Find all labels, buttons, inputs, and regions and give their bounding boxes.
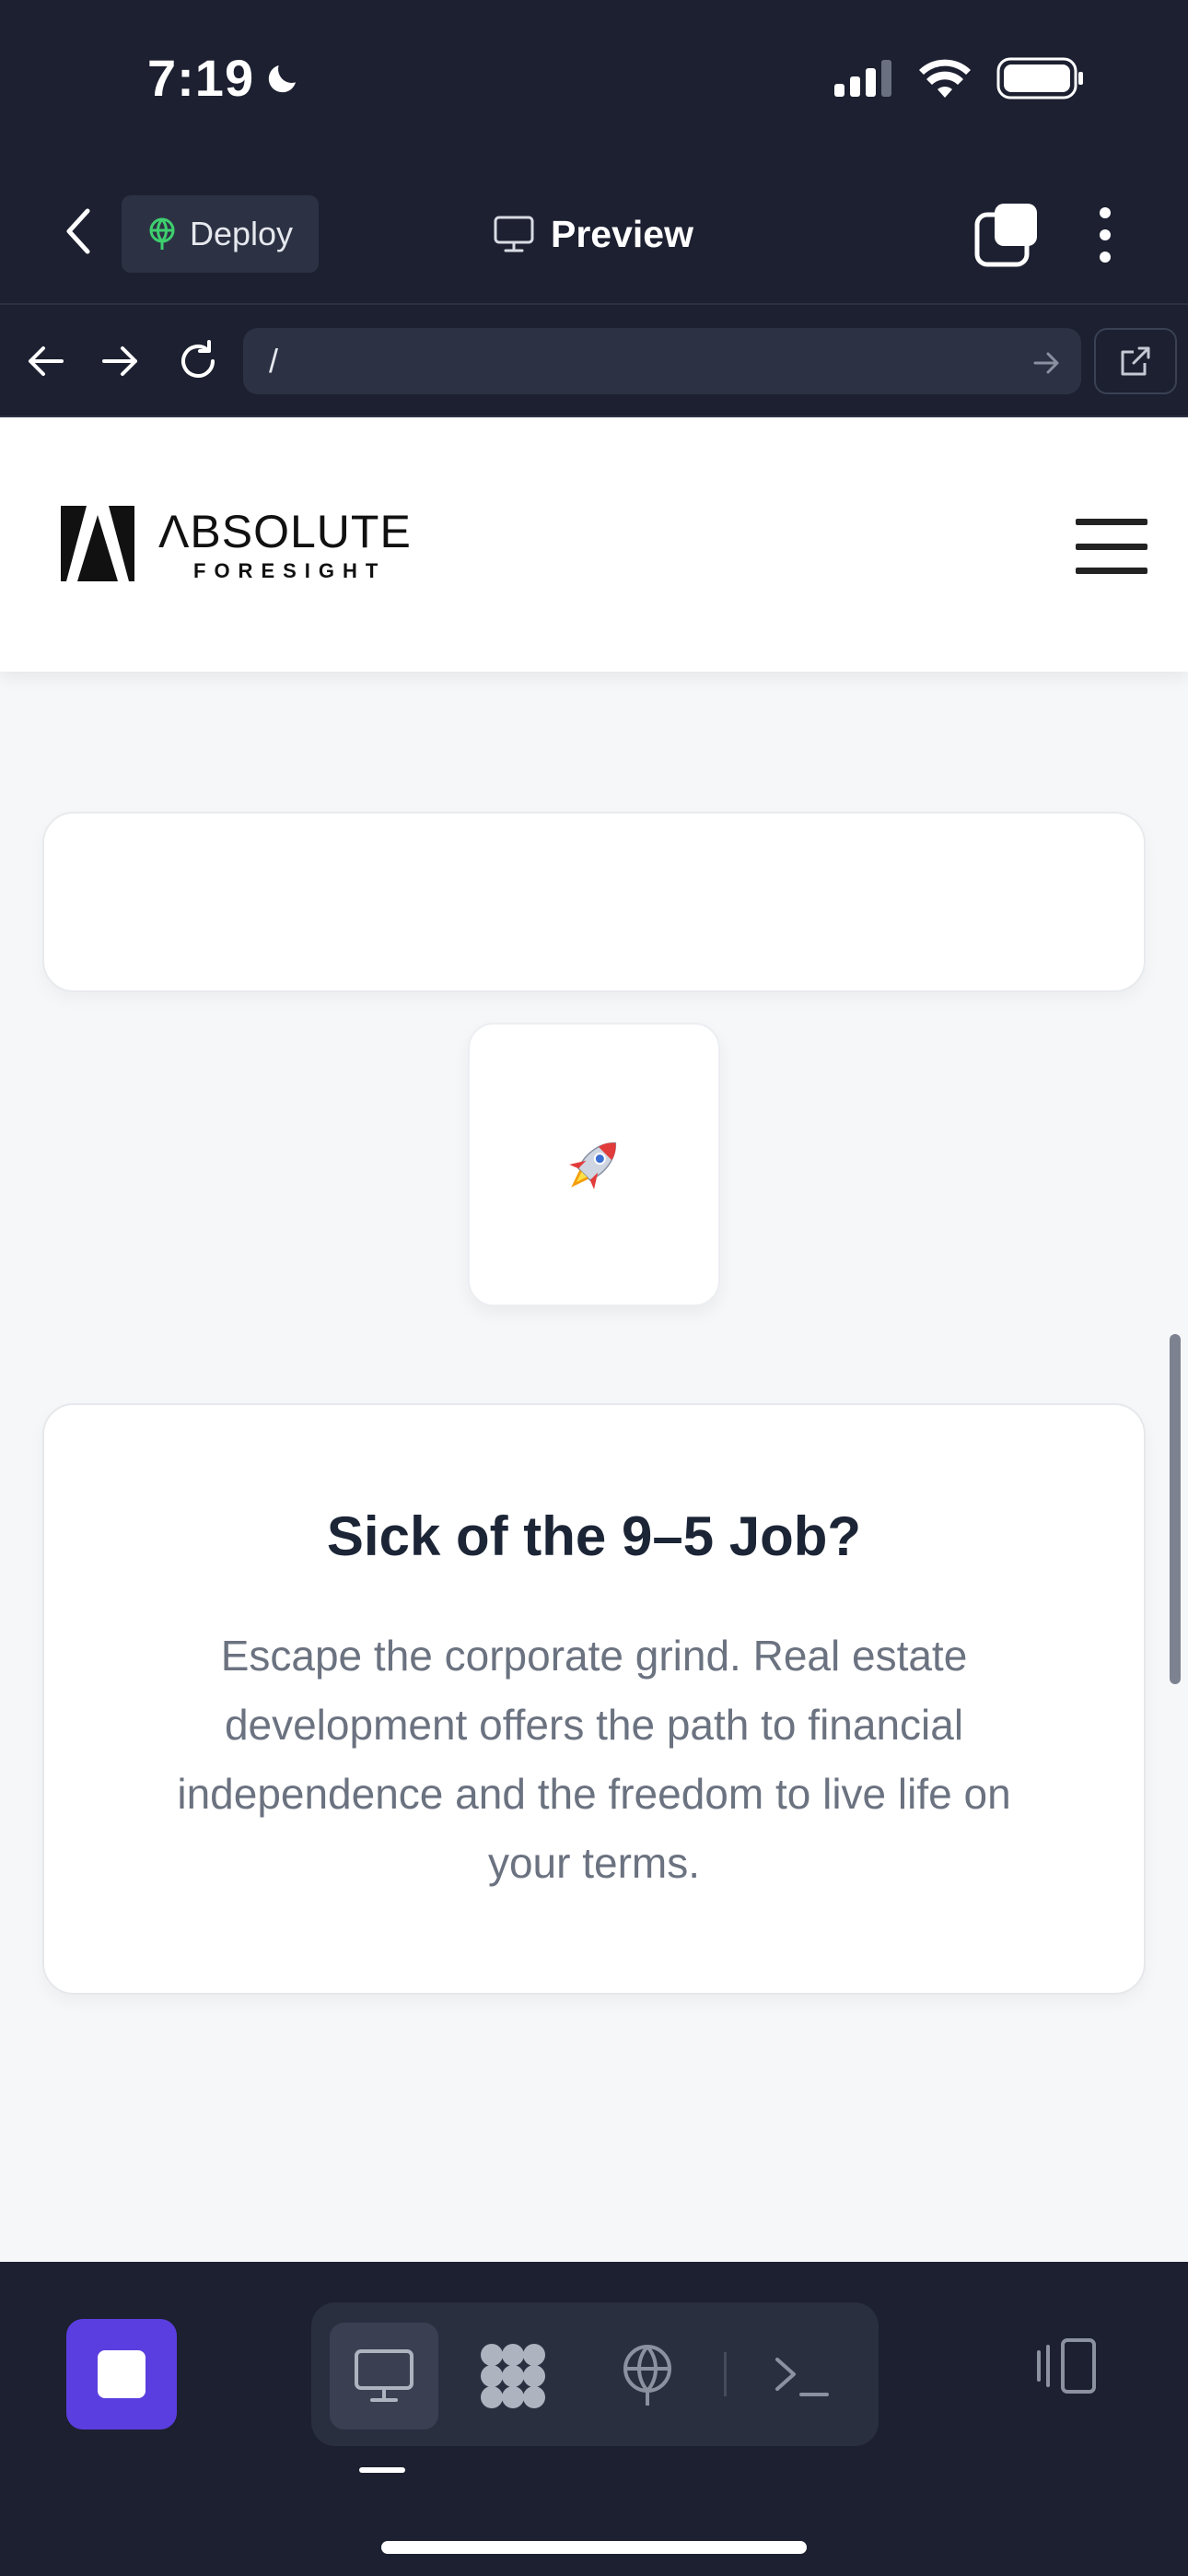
bottom-toolbar [0,2262,1188,2576]
more-dot [1100,229,1111,240]
back-button[interactable] [48,202,107,261]
deploy-label: Deploy [190,215,294,252]
browser-nav-bar: / [0,305,1188,417]
time-text: 7:19 [147,49,255,107]
more-options-button[interactable] [1085,202,1125,268]
globe-icon [623,2345,671,2406]
hamburger-line [1076,568,1147,574]
rocket-tile [468,1023,720,1306]
arrow-right-icon [1033,352,1059,374]
terminal-icon [775,2358,829,2396]
logo-sub-text: FORESIGHT [193,559,387,582]
panel-toggle-button[interactable] [1030,2337,1103,2411]
cellular-signal-icon [834,60,891,97]
site-header: ΛBSOLUTE FORESIGHT [0,417,1188,672]
grid-icon [481,2344,545,2408]
scrollbar-thumb[interactable] [1170,1334,1181,1684]
open-external-button[interactable] [1094,328,1177,394]
info-card-title: Sick of the 9–5 Job? [326,1505,862,1567]
battery-icon [996,57,1083,100]
info-card: Sick of the 9–5 Job? Escape the corporat… [42,1403,1146,1995]
deploy-button[interactable]: Deploy [122,195,319,273]
nav-back-button[interactable] [17,333,74,390]
top-bar: Deploy Preview [0,161,1188,305]
monitor-icon [494,216,534,252]
more-dot [1100,252,1111,263]
wifi-icon [919,59,971,98]
url-text: / [269,342,279,380]
reload-button[interactable] [169,333,227,390]
reload-icon [181,340,215,378]
preview-tool-button[interactable] [330,2323,438,2430]
globe-icon [149,217,175,250]
app-screen: 7:19 Deploy Preview / ΛBSOLUTE FORESIGHT… [0,0,1188,2576]
hamburger-menu-icon [1076,519,1147,525]
status-bar: 7:19 [0,0,1188,161]
active-tab-indicator [359,2467,405,2473]
more-vertical-icon [1100,207,1111,218]
arrow-right-icon [102,346,137,376]
deploy-tool-button[interactable] [593,2323,702,2430]
status-icons [834,57,1085,100]
menu-button[interactable] [1076,519,1147,574]
chevron-left-icon [66,208,90,254]
preview-label: Preview [551,212,693,255]
tool-divider [724,2352,727,2396]
moon-icon [268,64,297,92]
logo[interactable]: ΛBSOLUTE FORESIGHT [158,508,412,583]
rocket-icon [569,1142,617,1189]
url-input[interactable]: / [243,328,1081,394]
tabs-icon [974,204,1037,267]
tabs-button[interactable] [974,202,1041,268]
arrow-left-icon [29,346,64,376]
nav-forward-button[interactable] [92,333,149,390]
stop-button[interactable] [66,2319,177,2430]
home-indicator [381,2541,807,2554]
external-link-icon [1121,346,1150,376]
logo-main-text: ΛBSOLUTE [158,506,412,557]
web-preview: ΛBSOLUTE FORESIGHT Sick of the 9–5 Job? … [0,417,1188,2262]
workspace-tool-button[interactable] [459,2323,567,2430]
stop-icon [98,2350,146,2398]
monitor-icon [355,2349,413,2402]
tool-group [311,2302,879,2446]
hamburger-line [1076,543,1147,550]
panel-toggle-icon [1037,2338,1096,2394]
preview-title: Preview [494,202,693,266]
console-tool-button[interactable] [748,2323,856,2430]
status-time: 7:19 [147,48,302,108]
logo-mark-icon [61,506,134,581]
empty-card [42,812,1146,992]
url-go-button[interactable] [1033,345,1061,383]
info-card-body: Escape the corporate grind. Real estate … [177,1632,1011,1887]
